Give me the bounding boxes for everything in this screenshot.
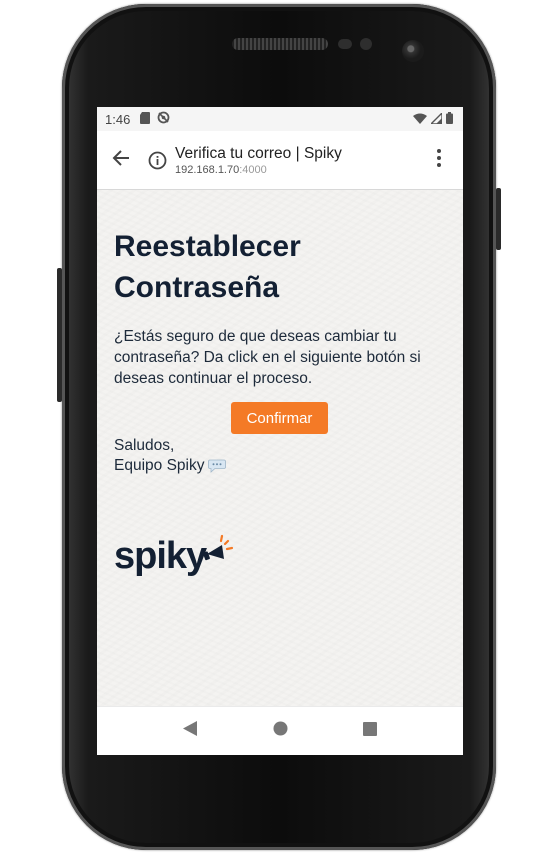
wifi-icon (413, 112, 427, 127)
front-camera (402, 40, 424, 62)
sd-card-icon (140, 111, 151, 127)
more-vert-icon (437, 148, 441, 172)
speech-bubble-icon (208, 459, 227, 473)
earpiece-speaker (232, 38, 328, 50)
light-sensor (360, 38, 372, 50)
browser-url-bar: Verifica tu correo | Spiky 192.168.1.70:… (97, 131, 463, 190)
circle-home-icon (273, 721, 288, 741)
page-info[interactable]: Verifica tu correo | Spiky 192.168.1.70:… (175, 144, 342, 177)
battery-icon (446, 111, 453, 127)
side-button-right (496, 188, 501, 250)
status-bar: 1:46 (97, 107, 463, 131)
signature-text: Equipo Spiky (114, 457, 205, 474)
status-right-icons (413, 110, 453, 127)
arrow-back-icon (112, 149, 130, 172)
megaphone-icon (203, 532, 238, 571)
email-signature: Equipo Spiky (114, 456, 227, 476)
nav-recent-button[interactable] (360, 721, 380, 741)
logo-wordmark: spiky (114, 535, 207, 577)
url-port: :4000 (239, 163, 267, 176)
square-recent-icon (363, 721, 377, 741)
email-heading: Reestablecer Contraseña (114, 230, 301, 304)
proximity-sensor (338, 39, 352, 49)
triangle-back-icon (183, 721, 197, 741)
phone-screen: 1:46 Verifica tu correo | Spiky 192.168.… (97, 107, 463, 755)
page-title: Verifica tu correo | Spiky (175, 144, 342, 162)
signal-icon (429, 110, 443, 127)
more-menu-button[interactable] (427, 148, 451, 172)
confirm-button[interactable]: Confirmar (231, 402, 328, 434)
url-host: 192.168.1.70 (175, 163, 240, 176)
android-nav-bar (97, 706, 463, 755)
email-content: Reestablecer Contraseña ¿Estás seguro de… (97, 190, 463, 707)
status-time: 1:46 (105, 111, 131, 127)
sync-disabled-icon (157, 111, 170, 127)
info-icon[interactable] (145, 151, 169, 170)
back-button[interactable] (97, 131, 145, 189)
page-url: 192.168.1.70:4000 (175, 163, 342, 177)
side-button-left (57, 268, 62, 402)
nav-back-button[interactable] (180, 721, 200, 741)
spiky-logo: spiky (114, 532, 238, 577)
email-message: ¿Estás seguro de que deseas cambiar tu c… (114, 328, 421, 387)
nav-home-button[interactable] (270, 721, 290, 741)
email-greeting: Saludos, (114, 437, 175, 454)
